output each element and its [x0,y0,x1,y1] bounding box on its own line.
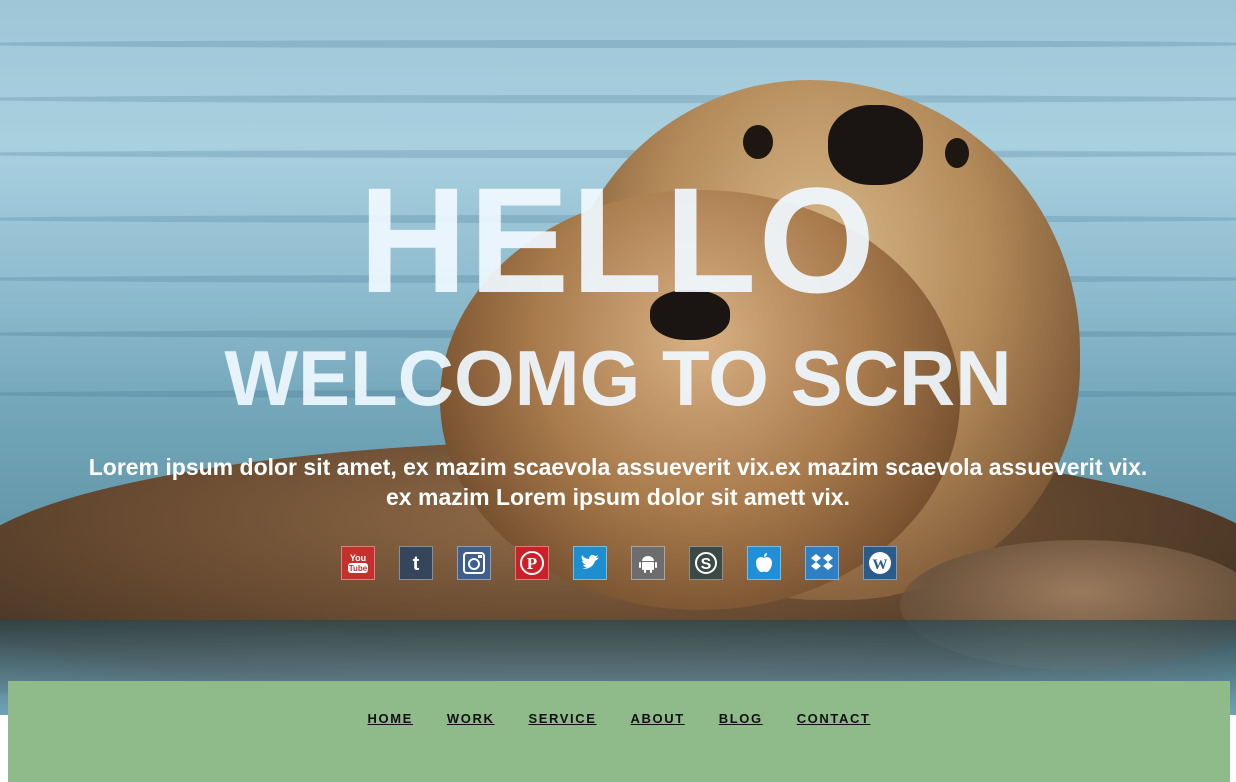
svg-text:P: P [527,554,537,573]
svg-text:t: t [413,553,420,574]
social-icons-row: You Tube t P S W [0,546,1236,580]
svg-text:You: You [350,553,366,563]
youtube-icon[interactable]: You Tube [341,546,375,580]
hero-subtitle: WELCOMG TO SCRN [224,334,1012,422]
main-navigation: HOME WORK SERVICE ABOUT BLOG CONTACT [8,681,1230,782]
hero-description-line1: Lorem ipsum dolor sit amet, ex mazim sca… [88,454,1148,480]
instagram-icon[interactable] [457,546,491,580]
water-ripple [0,40,1236,48]
svg-text:S: S [701,556,712,573]
hero-title: HELLO [358,156,878,324]
svg-text:W: W [873,557,888,573]
apple-icon[interactable] [747,546,781,580]
svg-text:Tube: Tube [349,564,368,573]
tumblr-icon[interactable]: t [399,546,433,580]
hero-description: Lorem ipsum dolor sit amet, ex mazim sca… [0,452,1236,512]
nav-item-work[interactable]: WORK [447,711,495,726]
hero-section: HELLO WELCOMG TO SCRN Lorem ipsum dolor … [0,0,1236,715]
android-icon[interactable] [631,546,665,580]
nav-item-blog[interactable]: BLOG [719,711,763,726]
nav-item-service[interactable]: SERVICE [528,711,596,726]
wordpress-icon[interactable]: W [863,546,897,580]
twitter-icon[interactable] [573,546,607,580]
dropbox-icon[interactable] [805,546,839,580]
nav-item-contact[interactable]: CONTACT [797,711,871,726]
nav-list: HOME WORK SERVICE ABOUT BLOG CONTACT [8,711,1230,726]
hero-description-line2: ex mazim Lorem ipsum dolor sit amett vix… [386,484,850,510]
otter-eye [743,125,773,159]
water-ripple [0,95,1236,103]
nav-item-home[interactable]: HOME [368,711,413,726]
nav-item-about[interactable]: ABOUT [631,711,685,726]
skype-icon[interactable]: S [689,546,723,580]
pinterest-icon[interactable]: P [515,546,549,580]
